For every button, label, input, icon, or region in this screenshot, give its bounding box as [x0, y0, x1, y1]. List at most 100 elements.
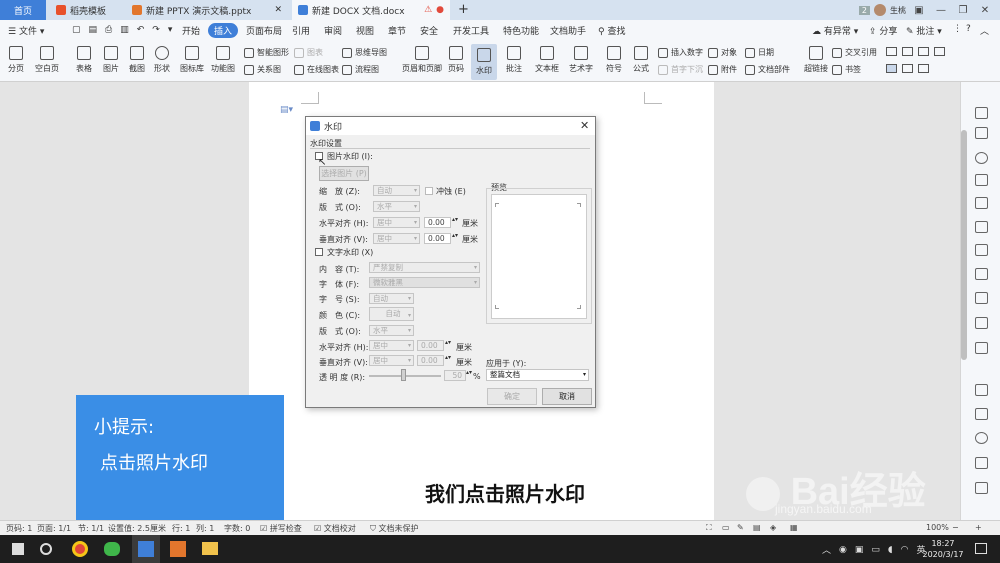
windows-start-icon[interactable]	[12, 543, 24, 555]
more-icon[interactable]: ▾	[168, 25, 173, 35]
bookmark-button[interactable]: 书签	[832, 64, 861, 75]
panel-icon[interactable]	[975, 384, 988, 396]
status-word-count[interactable]: 字数: 0	[224, 523, 250, 534]
user-name[interactable]: 生桃	[890, 5, 906, 16]
spinner-icon[interactable]: ▴▾	[452, 232, 458, 239]
layout-option-icon[interactable]	[886, 47, 897, 56]
layout-option-icon[interactable]	[918, 64, 929, 73]
menu-chapter[interactable]: 章节	[388, 24, 406, 37]
menu-special[interactable]: 特色功能	[503, 24, 539, 37]
tab-daoke[interactable]: 稻壳模板	[50, 0, 122, 20]
fullscreen-icon[interactable]: ⛶	[706, 523, 712, 533]
text-valign-offset-input[interactable]: 0.00	[417, 355, 444, 366]
proofread-button[interactable]: ☑ 文档校对	[314, 523, 356, 534]
share-button[interactable]: ⇪ 分享	[869, 24, 897, 37]
shape-button[interactable]: 形状	[152, 42, 172, 74]
protection-button[interactable]: ⛉ 文档未保护	[370, 523, 419, 534]
wps-presentation-icon[interactable]	[170, 541, 186, 557]
word-art-button[interactable]: 艺术字	[567, 42, 595, 74]
attachment-button[interactable]: 附件	[708, 64, 737, 75]
page-number-button[interactable]: 页码	[446, 42, 466, 74]
ok-button[interactable]: 确定	[487, 388, 537, 405]
select-picture-button[interactable]: 选择图片 (P)	[319, 166, 369, 181]
flowchart-button[interactable]: 流程图	[342, 64, 379, 75]
drop-cap-button[interactable]: 首字下沉	[658, 64, 703, 75]
more-options-icon[interactable]: ⋮	[953, 24, 962, 34]
wifi-icon[interactable]: ◠	[901, 545, 909, 555]
redo-icon[interactable]: ↷	[152, 25, 160, 35]
add-tab-button[interactable]: +	[458, 2, 469, 17]
picture-layout-select[interactable]: 水平 ▾	[373, 201, 420, 212]
maximize-button[interactable]: ❐	[954, 5, 972, 16]
clock[interactable]: 18:27 2020/3/17	[922, 538, 964, 560]
function-chart-button[interactable]: 功能图	[210, 42, 236, 74]
location-icon[interactable]	[975, 152, 988, 164]
close-window-button[interactable]: ✕	[976, 5, 994, 16]
font-select[interactable]: 微软雅黑 ▾	[369, 277, 480, 288]
layout-option-icon[interactable]	[934, 47, 945, 56]
spinner-icon[interactable]: ▴▾	[466, 369, 472, 376]
hyperlink-button[interactable]: 超链接	[802, 42, 830, 74]
mind-map-button[interactable]: 思维导图	[342, 47, 387, 58]
layout-option-icon[interactable]	[902, 64, 913, 73]
menu-security[interactable]: 安全	[420, 24, 438, 37]
page-break-button[interactable]: 分页	[6, 42, 26, 74]
search-button[interactable]: ⚲ 查找	[598, 24, 625, 37]
text-watermark-label[interactable]: 文字水印 (X)	[327, 247, 373, 258]
content-select[interactable]: 严禁复制 ▾	[369, 262, 480, 273]
compass-icon[interactable]	[975, 432, 988, 444]
undo-icon[interactable]: ↶	[137, 25, 145, 35]
opacity-input[interactable]: 50	[444, 370, 466, 381]
spinner-icon[interactable]: ▴▾	[445, 339, 451, 346]
avatar[interactable]	[874, 4, 886, 16]
table-button[interactable]: 表格	[74, 42, 94, 74]
menu-start[interactable]: 开始	[182, 24, 200, 37]
reading-mode-icon[interactable]: ▭	[722, 523, 730, 532]
status-column[interactable]: 列: 1	[196, 523, 214, 534]
symbol-button[interactable]: 符号	[603, 42, 625, 74]
picture-halign-select[interactable]: 居中 ▾	[373, 217, 420, 228]
insert-number-button[interactable]: 插入数字	[658, 47, 703, 58]
status-page-count[interactable]: 页面: 1/1	[37, 523, 71, 534]
select-tool-icon[interactable]	[975, 107, 988, 119]
chrome-icon[interactable]	[72, 541, 88, 557]
opacity-slider-handle[interactable]	[401, 369, 406, 381]
header-footer-button[interactable]: 页眉和页脚	[400, 42, 444, 74]
object-button[interactable]: 对象	[708, 47, 737, 58]
zoom-in-button[interactable]: +	[975, 523, 982, 532]
relation-chart-button[interactable]: 关系图	[244, 64, 281, 75]
tab-pptx[interactable]: 新建 PPTX 演示文稿.pptx ✕	[126, 0, 288, 20]
window-count-badge[interactable]: 2	[858, 5, 870, 15]
blank-page-button[interactable]: 空白页	[34, 42, 60, 74]
layout-option-icon[interactable]	[918, 47, 929, 56]
picture-button[interactable]: 图片	[101, 42, 121, 74]
help-icon[interactable]: ?	[966, 24, 971, 34]
tab-close-icon[interactable]: ✕	[274, 5, 282, 15]
print-icon[interactable]: ⎙	[105, 25, 112, 35]
text-layout-select[interactable]: 水平 ▾	[369, 325, 414, 336]
watermark-button[interactable]: 水印	[471, 44, 497, 80]
skin-icon[interactable]: ▣	[910, 5, 928, 16]
print-preview-icon[interactable]: ▥	[120, 25, 129, 35]
wps-writer-icon[interactable]	[138, 541, 154, 557]
doc-parts-button[interactable]: 文档部件	[745, 64, 790, 75]
export-pdf-icon[interactable]: ▤	[89, 25, 98, 35]
file-explorer-icon[interactable]	[202, 542, 218, 555]
picture-valign-select[interactable]: 居中 ▾	[373, 233, 420, 244]
comment-menu-button[interactable]: ✎ 批注 ▾	[906, 24, 942, 37]
translate-icon[interactable]	[975, 457, 988, 469]
sync-status-button[interactable]: ☁ 有异常 ▾	[812, 24, 858, 37]
chart-button[interactable]: 图表	[294, 47, 323, 58]
washout-checkbox[interactable]	[425, 187, 433, 195]
wechat-icon[interactable]	[104, 542, 120, 556]
outline-view-icon[interactable]: ▦	[790, 523, 798, 532]
zoom-out-button[interactable]: −	[952, 523, 959, 532]
notification-icon[interactable]	[975, 543, 987, 554]
spinner-icon[interactable]: ▴▾	[452, 216, 458, 223]
bar-chart-icon[interactable]	[975, 244, 988, 256]
collapse-ribbon-icon[interactable]: ︿	[980, 24, 989, 37]
text-valign-select[interactable]: 居中 ▾	[369, 355, 414, 366]
settings-icon[interactable]	[975, 317, 988, 329]
comment-button[interactable]: 批注	[504, 42, 524, 74]
cross-reference-button[interactable]: 交叉引用	[832, 47, 877, 58]
